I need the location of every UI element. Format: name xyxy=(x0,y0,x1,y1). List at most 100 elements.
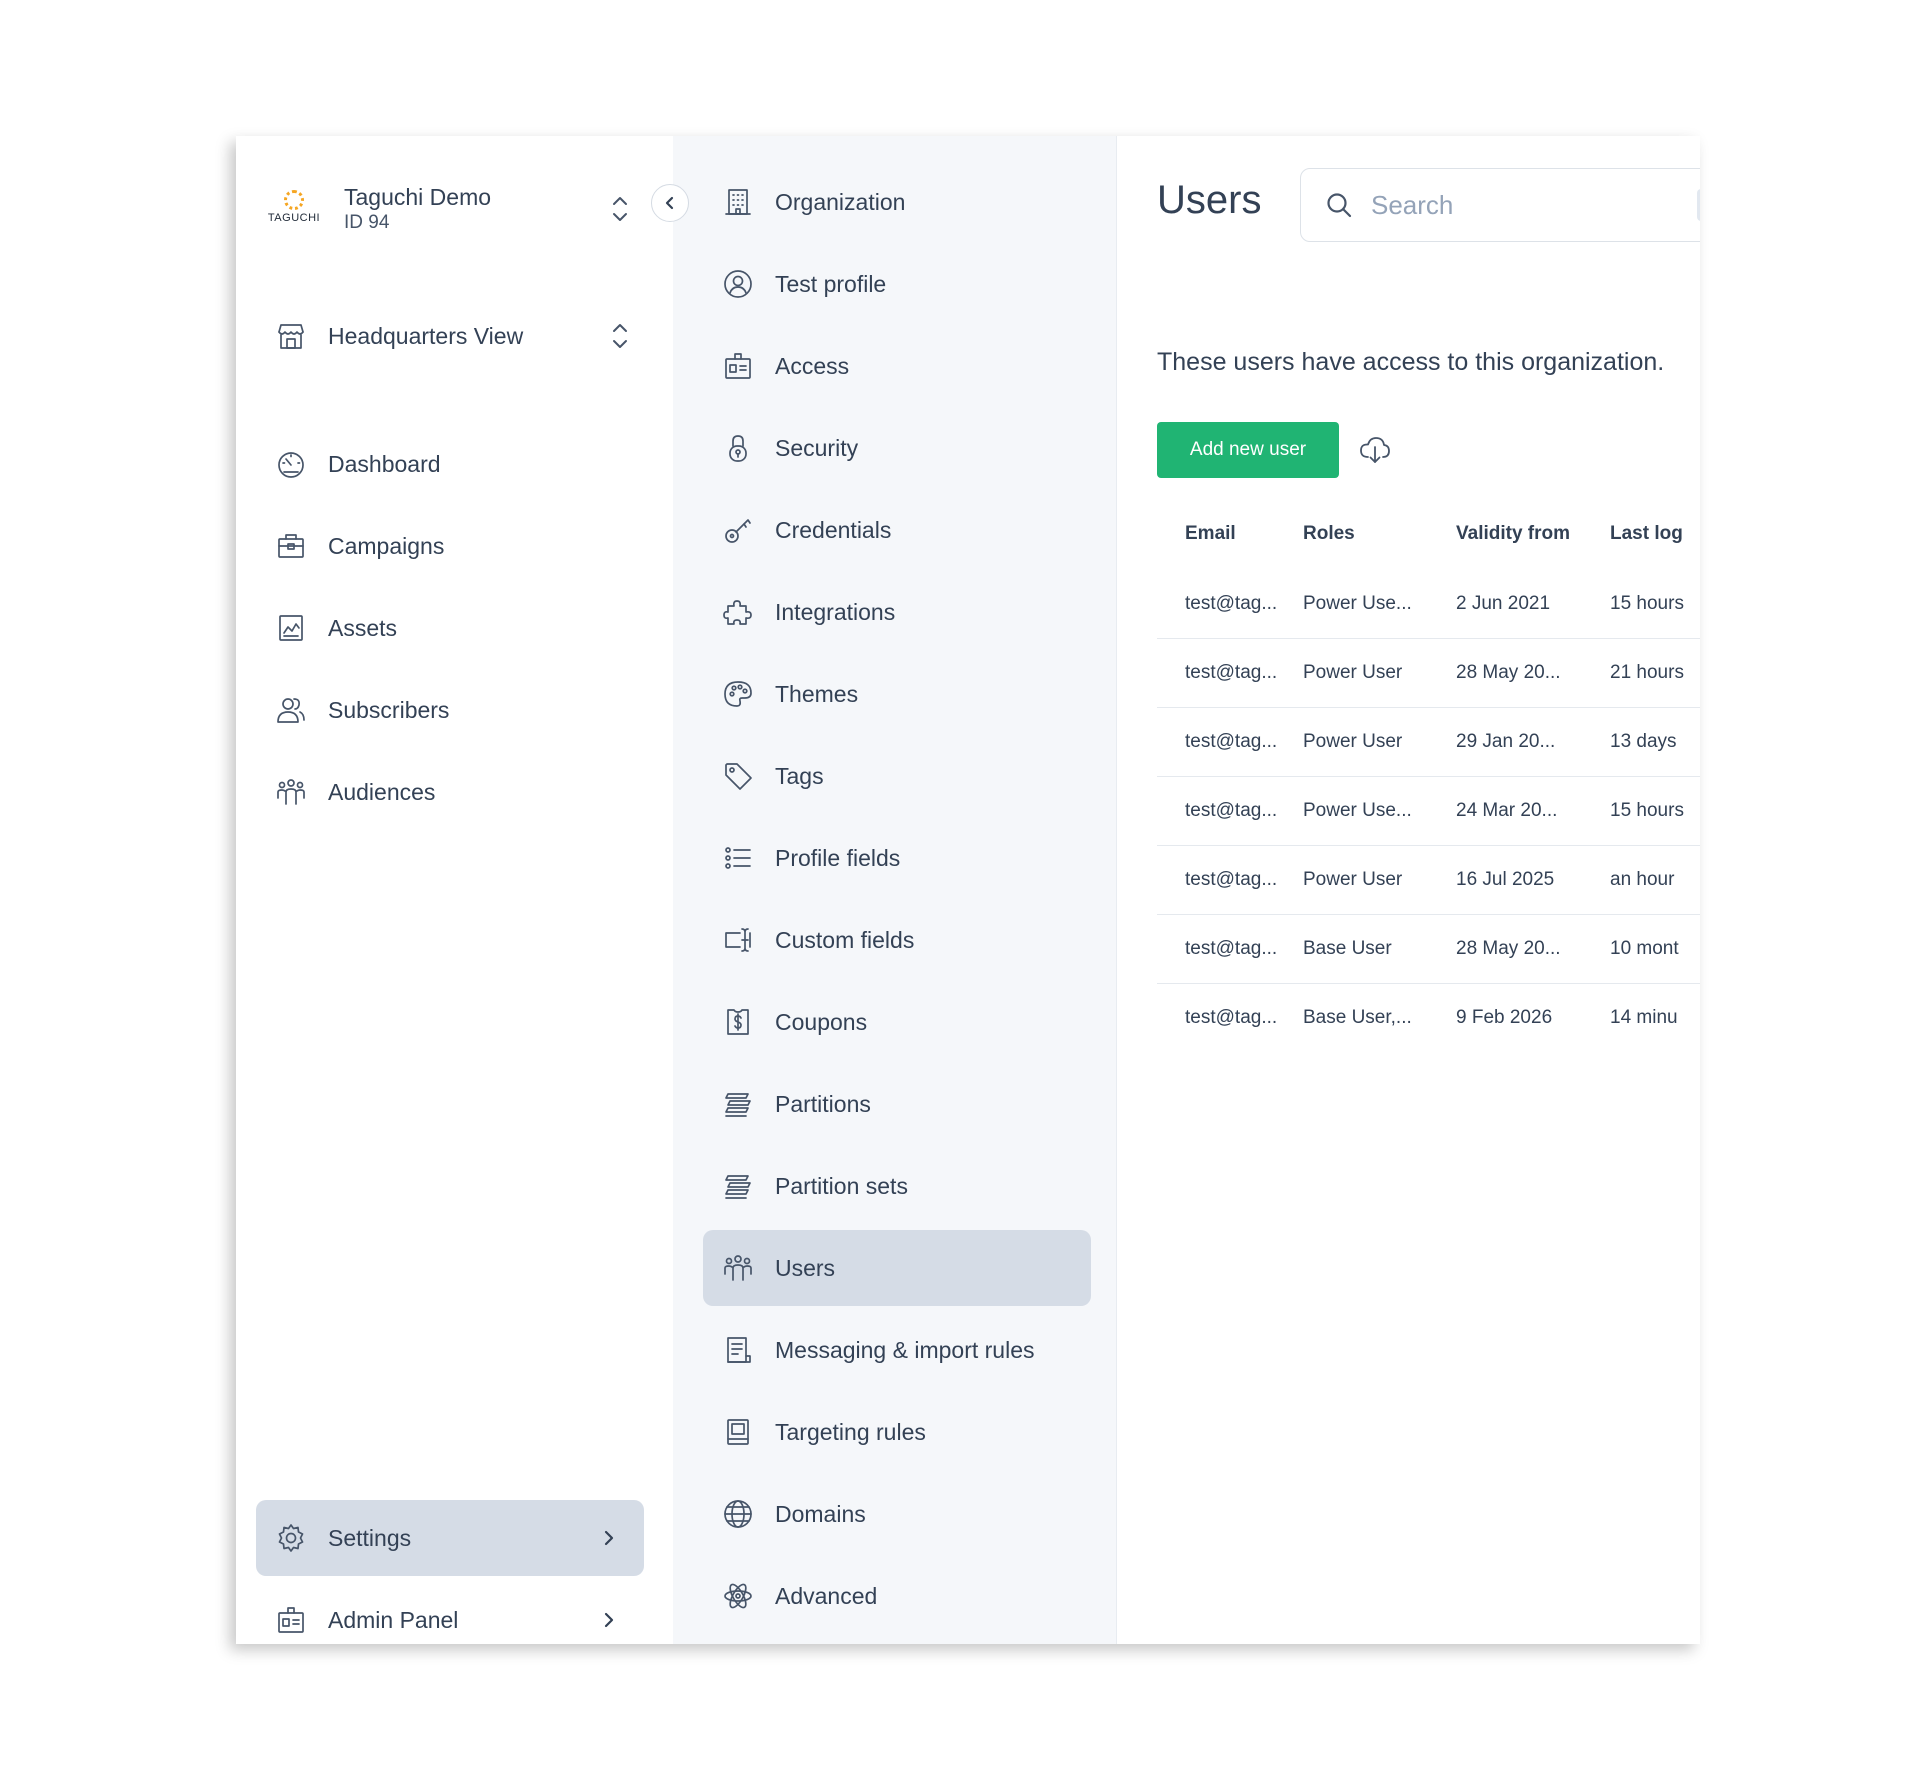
audience-icon xyxy=(274,775,308,809)
logo-text: TAGUCHI xyxy=(267,212,321,224)
submenu-label: Credentials xyxy=(775,516,892,543)
column-header-roles[interactable]: Roles xyxy=(1303,523,1456,545)
submenu-item-partition-sets[interactable]: Partition sets xyxy=(703,1148,1091,1224)
submenu-item-custom-fields[interactable]: Custom fields xyxy=(703,902,1091,978)
submenu-item-test-profile[interactable]: Test profile xyxy=(703,246,1091,322)
submenu-item-domains[interactable]: Domains xyxy=(703,1476,1091,1552)
org-id: ID 94 xyxy=(344,212,390,233)
keyboard-shortcut-badge: ⌘ xyxy=(1697,189,1700,221)
chevron-up-down-icon xyxy=(606,319,634,353)
submenu-label: Partitions xyxy=(775,1090,871,1117)
tag-icon xyxy=(721,759,755,793)
submenu-item-integrations[interactable]: Integrations xyxy=(703,574,1091,650)
table-row[interactable]: test@tag... Base User,... 9 Feb 2026 14 … xyxy=(1157,984,1700,1052)
submenu-label: Test profile xyxy=(775,270,887,297)
briefcase-icon xyxy=(274,529,308,563)
submenu-item-access[interactable]: Access xyxy=(703,328,1091,404)
cell-last-login: 21 hours xyxy=(1610,662,1684,683)
table-row[interactable]: test@tag... Power Use... 24 Mar 20... 15… xyxy=(1157,777,1700,846)
nav-item-dashboard[interactable]: Dashboard xyxy=(256,426,644,502)
cell-last-login: 15 hours xyxy=(1610,593,1684,614)
nav-label: Assets xyxy=(328,614,398,641)
chevron-right-icon xyxy=(594,1528,624,1548)
nav-item-admin-panel[interactable]: Admin Panel xyxy=(256,1582,644,1644)
view-switcher[interactable]: Headquarters View xyxy=(274,312,634,360)
submenu-item-credentials[interactable]: Credentials xyxy=(703,492,1091,568)
submenu-label: Profile fields xyxy=(775,844,901,871)
users-icon xyxy=(274,693,308,727)
submenu-item-security[interactable]: Security xyxy=(703,410,1091,486)
cloud-download-icon xyxy=(1360,437,1390,463)
atom-icon xyxy=(721,1579,755,1613)
search-input[interactable] xyxy=(1369,188,1673,222)
stack-icon xyxy=(721,1169,755,1203)
user-circle-icon xyxy=(721,267,755,301)
nav-label: Settings xyxy=(328,1524,412,1551)
table-row[interactable]: test@tag... Power User 16 Jul 2025 an ho… xyxy=(1157,846,1700,915)
table-row[interactable]: test@tag... Power User 28 May 20... 21 h… xyxy=(1157,639,1700,708)
submenu-item-themes[interactable]: Themes xyxy=(703,656,1091,732)
view-label: Headquarters View xyxy=(328,322,524,349)
submenu-item-tags[interactable]: Tags xyxy=(703,738,1091,814)
main-sidebar: TAGUCHI Taguchi Demo ID 94 Headquarters … xyxy=(236,136,673,1644)
submenu-item-organization[interactable]: Organization xyxy=(703,164,1091,240)
submenu-item-advanced[interactable]: Advanced xyxy=(703,1558,1091,1634)
table-header: Email Roles Validity from Last log xyxy=(1157,498,1700,570)
add-new-user-button[interactable]: Add new user xyxy=(1157,422,1339,478)
document-icon xyxy=(721,1333,755,1367)
collapse-sidebar-button[interactable] xyxy=(651,184,689,222)
column-header-email[interactable]: Email xyxy=(1157,523,1303,545)
submenu-item-partitions[interactable]: Partitions xyxy=(703,1066,1091,1142)
cell-validity-from: 24 Mar 20... xyxy=(1456,800,1558,821)
submenu-label: Advanced xyxy=(775,1582,878,1609)
submenu-item-targeting-rules[interactable]: Targeting rules xyxy=(703,1394,1091,1470)
submenu-item-messaging-import-rules[interactable]: Messaging & import rules xyxy=(703,1312,1091,1388)
cell-validity-from: 16 Jul 2025 xyxy=(1456,869,1555,890)
submenu-label: Coupons xyxy=(775,1008,868,1035)
submenu-item-coupons[interactable]: Coupons xyxy=(703,984,1091,1060)
cell-last-login: 13 days xyxy=(1610,731,1677,752)
table-row[interactable]: test@tag... Power User 29 Jan 20... 13 d… xyxy=(1157,708,1700,777)
nav-item-assets[interactable]: Assets xyxy=(256,590,644,666)
cell-last-login: 15 hours xyxy=(1610,800,1684,821)
store-icon xyxy=(274,319,308,353)
nav-label: Subscribers xyxy=(328,696,450,723)
submenu-label: Targeting rules xyxy=(775,1418,926,1445)
submenu-label: Users xyxy=(775,1254,836,1281)
submenu-item-profile-fields[interactable]: Profile fields xyxy=(703,820,1091,896)
nav-item-audiences[interactable]: Audiences xyxy=(256,754,644,830)
palette-icon xyxy=(721,677,755,711)
dashboard-icon xyxy=(274,447,308,481)
cell-roles: Base User,... xyxy=(1303,1007,1412,1028)
column-header-validity-from[interactable]: Validity from xyxy=(1456,523,1610,545)
search-icon xyxy=(1327,193,1352,218)
download-button[interactable] xyxy=(1355,430,1395,470)
audience-icon xyxy=(721,1251,755,1285)
key-icon xyxy=(721,513,755,547)
org-info: Taguchi Demo ID 94 xyxy=(344,183,606,235)
chevron-left-icon xyxy=(665,196,674,210)
nav-item-subscribers[interactable]: Subscribers xyxy=(256,672,644,748)
logo-sun-icon xyxy=(284,190,304,210)
cell-roles: Base User xyxy=(1303,938,1392,959)
puzzle-icon xyxy=(721,595,755,629)
cell-validity-from: 29 Jan 20... xyxy=(1456,731,1556,752)
nav-item-campaigns[interactable]: Campaigns xyxy=(256,508,644,584)
coupon-icon xyxy=(721,1005,755,1039)
column-header-last-login[interactable]: Last log xyxy=(1610,523,1700,545)
cell-email: test@tag... xyxy=(1185,869,1278,890)
nav-label: Dashboard xyxy=(328,450,441,477)
nav-label: Campaigns xyxy=(328,532,445,559)
table-row[interactable]: test@tag... Base User 28 May 20... 10 mo… xyxy=(1157,915,1700,984)
cell-validity-from: 9 Feb 2026 xyxy=(1456,1007,1553,1028)
search-box[interactable]: ⌘ xyxy=(1300,168,1700,242)
nav-label: Audiences xyxy=(328,778,436,805)
submenu-item-users[interactable]: Users xyxy=(703,1230,1091,1306)
org-switcher[interactable]: TAGUCHI Taguchi Demo ID 94 xyxy=(264,174,634,244)
settings-submenu: Organization Test profile Access Securit… xyxy=(673,136,1117,1644)
cell-email: test@tag... xyxy=(1185,593,1278,614)
list-icon xyxy=(721,841,755,875)
nav-item-settings[interactable]: Settings xyxy=(256,1500,644,1576)
table-row[interactable]: test@tag... Power Use... 2 Jun 2021 15 h… xyxy=(1157,570,1700,639)
cell-email: test@tag... xyxy=(1185,662,1278,683)
